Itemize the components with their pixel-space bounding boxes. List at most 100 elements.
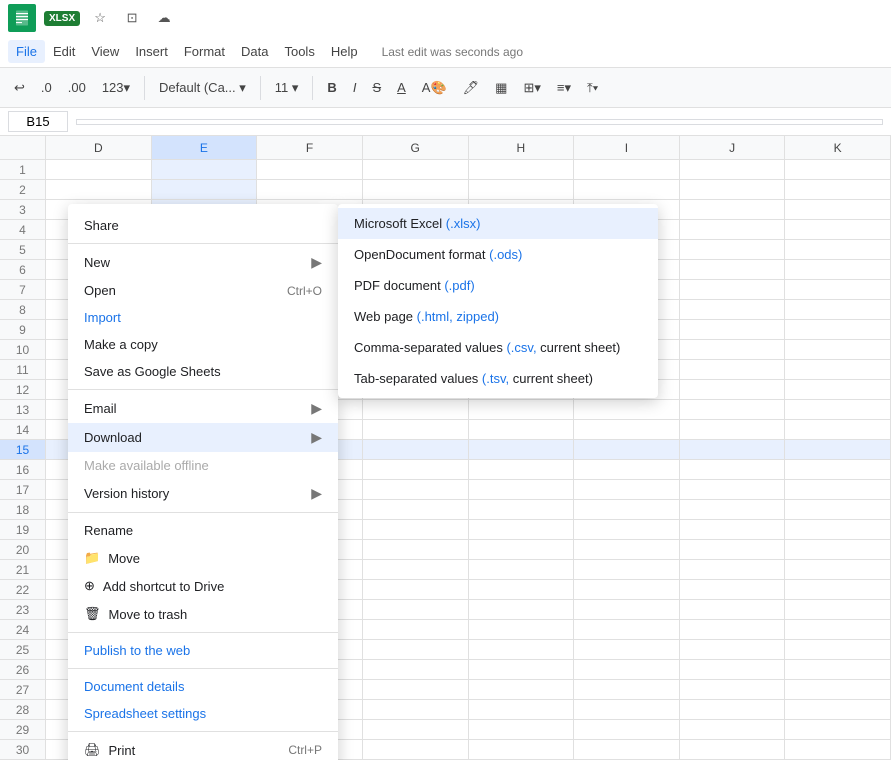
cell-E1[interactable]	[152, 160, 258, 179]
cell-G18[interactable]	[363, 500, 469, 519]
cloud-icon[interactable]: ☁	[152, 6, 176, 30]
cell-J19[interactable]	[680, 520, 786, 539]
cell-G1[interactable]	[363, 160, 469, 179]
menu-move-trash[interactable]: 🗑 Move to trash	[68, 600, 338, 628]
cell-K17[interactable]	[785, 480, 891, 499]
cell-K21[interactable]	[785, 560, 891, 579]
cell-K23[interactable]	[785, 600, 891, 619]
cell-J7[interactable]	[680, 280, 786, 299]
cell-J27[interactable]	[680, 680, 786, 699]
cell-H22[interactable]	[469, 580, 575, 599]
menu-share[interactable]: Share	[68, 212, 338, 239]
cell-I24[interactable]	[574, 620, 680, 639]
cell-I27[interactable]	[574, 680, 680, 699]
underline-button[interactable]: A	[391, 77, 412, 98]
cell-J3[interactable]	[680, 200, 786, 219]
cell-I21[interactable]	[574, 560, 680, 579]
cell-I13[interactable]	[574, 400, 680, 419]
cell-K6[interactable]	[785, 260, 891, 279]
menu-publish[interactable]: Publish to the web	[68, 637, 338, 664]
cell-J20[interactable]	[680, 540, 786, 559]
col-header-K[interactable]: K	[785, 136, 891, 159]
valign-button[interactable]: ⤒▾	[581, 77, 604, 99]
cell-J4[interactable]	[680, 220, 786, 239]
decimal-btn[interactable]: .00	[62, 77, 92, 98]
font-select[interactable]: Default (Ca... ▾	[153, 77, 252, 99]
menu-help[interactable]: Help	[323, 40, 366, 63]
cell-K12[interactable]	[785, 380, 891, 399]
cell-G26[interactable]	[363, 660, 469, 679]
cell-E2[interactable]	[152, 180, 258, 199]
menu-tools[interactable]: Tools	[276, 40, 322, 63]
cell-I1[interactable]	[574, 160, 680, 179]
zoom-select[interactable]: .0	[35, 77, 58, 98]
cell-J30[interactable]	[680, 740, 786, 759]
cell-G27[interactable]	[363, 680, 469, 699]
cell-K4[interactable]	[785, 220, 891, 239]
cell-J28[interactable]	[680, 700, 786, 719]
menu-version-history[interactable]: Version history ▶	[68, 479, 338, 508]
menu-open[interactable]: Open Ctrl+O	[68, 277, 338, 304]
cell-G29[interactable]	[363, 720, 469, 739]
cell-F2[interactable]	[257, 180, 363, 199]
strikethrough-button[interactable]: S	[366, 77, 387, 98]
cell-K10[interactable]	[785, 340, 891, 359]
cell-H28[interactable]	[469, 700, 575, 719]
cell-I29[interactable]	[574, 720, 680, 739]
cell-J5[interactable]	[680, 240, 786, 259]
col-header-J[interactable]: J	[680, 136, 786, 159]
cell-G28[interactable]	[363, 700, 469, 719]
cell-H18[interactable]	[469, 500, 575, 519]
cell-H27[interactable]	[469, 680, 575, 699]
italic-button[interactable]: I	[347, 77, 363, 98]
cell-J2[interactable]	[680, 180, 786, 199]
col-header-F[interactable]: F	[257, 136, 363, 159]
download-tsv[interactable]: Tab-separated values (.tsv, current shee…	[338, 363, 658, 394]
menu-format[interactable]: Format	[176, 40, 233, 63]
cell-H29[interactable]	[469, 720, 575, 739]
cell-reference[interactable]: B15	[8, 111, 68, 132]
cell-J26[interactable]	[680, 660, 786, 679]
menu-doc-details[interactable]: Document details	[68, 673, 338, 700]
cell-H19[interactable]	[469, 520, 575, 539]
cell-K30[interactable]	[785, 740, 891, 759]
cell-K8[interactable]	[785, 300, 891, 319]
download-html[interactable]: Web page (.html, zipped)	[338, 301, 658, 332]
cell-I16[interactable]	[574, 460, 680, 479]
cell-G14[interactable]	[363, 420, 469, 439]
cell-G21[interactable]	[363, 560, 469, 579]
menu-rename[interactable]: Rename	[68, 517, 338, 544]
borders-button[interactable]: ▦	[489, 77, 513, 99]
cell-K18[interactable]	[785, 500, 891, 519]
cell-G2[interactable]	[363, 180, 469, 199]
menu-insert[interactable]: Insert	[127, 40, 176, 63]
menu-spreadsheet-settings[interactable]: Spreadsheet settings	[68, 700, 338, 727]
cell-H14[interactable]	[469, 420, 575, 439]
bold-button[interactable]: B	[321, 77, 342, 98]
col-header-G[interactable]: G	[363, 136, 469, 159]
cell-H24[interactable]	[469, 620, 575, 639]
menu-download[interactable]: Download ▶	[68, 423, 338, 452]
menu-email[interactable]: Email ▶	[68, 394, 338, 423]
cell-I22[interactable]	[574, 580, 680, 599]
menu-data[interactable]: Data	[233, 40, 276, 63]
formula-bar[interactable]	[76, 119, 883, 125]
cell-J24[interactable]	[680, 620, 786, 639]
align-button[interactable]: ≡▾	[551, 77, 577, 99]
cell-I28[interactable]	[574, 700, 680, 719]
cell-K29[interactable]	[785, 720, 891, 739]
col-header-H[interactable]: H	[469, 136, 575, 159]
cell-H21[interactable]	[469, 560, 575, 579]
fill-color-button[interactable]: 🖊	[457, 77, 486, 99]
cell-H15[interactable]	[469, 440, 575, 459]
cell-J10[interactable]	[680, 340, 786, 359]
cell-K5[interactable]	[785, 240, 891, 259]
cell-G22[interactable]	[363, 580, 469, 599]
cell-G20[interactable]	[363, 540, 469, 559]
cell-I30[interactable]	[574, 740, 680, 759]
col-header-D[interactable]: D	[46, 136, 152, 159]
cell-H20[interactable]	[469, 540, 575, 559]
download-csv[interactable]: Comma-separated values (.csv, current sh…	[338, 332, 658, 363]
cell-J8[interactable]	[680, 300, 786, 319]
folder-icon[interactable]: ⊡	[120, 6, 144, 30]
